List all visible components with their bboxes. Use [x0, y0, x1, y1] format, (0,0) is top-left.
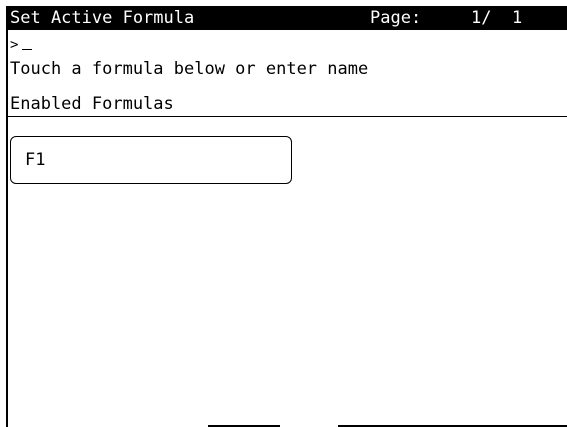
text-cursor — [22, 49, 32, 50]
formula-screen: Set Active Formula Page: 1/ 1 > Touch a … — [0, 0, 567, 427]
name-entry-prompt[interactable]: > — [10, 38, 18, 52]
formula-button-f1[interactable]: F1 — [10, 136, 292, 184]
screen-title: Set Active Formula — [10, 8, 195, 28]
page-label: Page: — [370, 8, 422, 28]
section-title: Enabled Formulas — [10, 94, 174, 114]
title-bar: Set Active Formula Page: 1/ 1 — [6, 6, 567, 30]
page-indicator: 1/ 1 — [471, 8, 523, 28]
instruction-text: Touch a formula below or enter name — [10, 59, 369, 79]
left-border — [6, 30, 8, 427]
formula-button-label: F1 — [25, 150, 46, 170]
section-divider — [6, 116, 567, 117]
